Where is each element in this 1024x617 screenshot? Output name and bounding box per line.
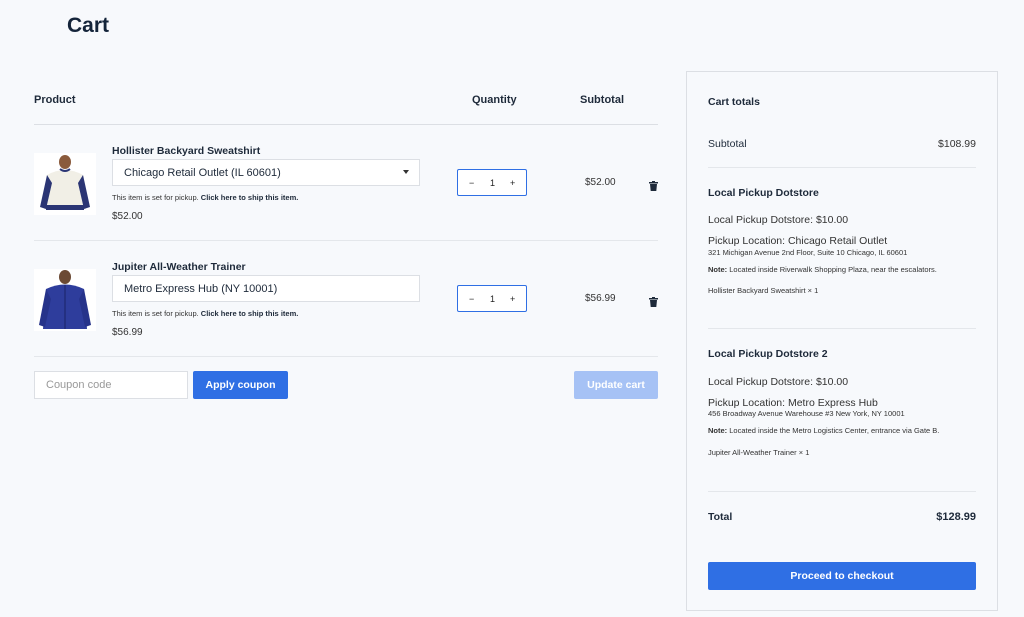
quantity-stepper[interactable]: − 1 +	[457, 285, 527, 312]
pickup-location-value: Chicago Retail Outlet (IL 60601)	[124, 167, 281, 179]
cart-table: Product Quantity Subtotal Hollister Back…	[34, 70, 658, 399]
shipping-title: Local Pickup Dotstore 2	[708, 348, 828, 360]
product-name[interactable]: Jupiter All-Weather Trainer	[112, 261, 246, 273]
pickup-location: Pickup Location: Metro Express Hub	[708, 397, 878, 409]
quantity-increase-button[interactable]: +	[510, 178, 515, 188]
note-label: Note:	[708, 426, 728, 435]
pickup-location: Pickup Location: Chicago Retail Outlet	[708, 235, 888, 247]
pickup-location-field[interactable]: Metro Express Hub (NY 10001)	[112, 275, 420, 302]
ship-item-link[interactable]: Click here to ship this item.	[201, 309, 299, 318]
coupon-row: Apply coupon Update cart	[34, 371, 658, 399]
apply-coupon-button[interactable]: Apply coupon	[193, 371, 288, 399]
note-label: Note:	[708, 265, 728, 274]
divider	[708, 491, 976, 492]
header-product: Product	[34, 94, 76, 106]
pickup-note: This item is set for pickup. Click here …	[112, 309, 298, 318]
row-subtotal: $52.00	[585, 177, 616, 188]
table-row: Hollister Backyard Sweatshirt Chicago Re…	[34, 125, 658, 241]
note-text: Located inside the Metro Logistics Cente…	[729, 426, 940, 435]
jacket-image[interactable]	[34, 269, 96, 331]
shipping-item: Hollister Backyard Sweatshirt × 1	[708, 286, 819, 295]
subtotal-value: $108.99	[938, 138, 976, 150]
chevron-down-icon	[403, 170, 409, 174]
table-row: Jupiter All-Weather Trainer Metro Expres…	[34, 241, 658, 357]
quantity-value[interactable]: 1	[490, 294, 495, 304]
quantity-decrease-button[interactable]: −	[469, 294, 474, 304]
shipping-title: Local Pickup Dotstore	[708, 187, 819, 199]
shipping-method: Local Pickup Dotstore: $10.00	[708, 376, 849, 388]
trash-icon[interactable]	[649, 178, 658, 191]
note-text: Located inside Riverwalk Shopping Plaza,…	[729, 265, 937, 274]
update-cart-button[interactable]: Update cart	[574, 371, 658, 399]
product-price: $52.00	[112, 211, 143, 222]
quantity-value[interactable]: 1	[490, 178, 495, 188]
shipping-item: Jupiter All-Weather Trainer × 1	[708, 448, 810, 457]
sweatshirt-image[interactable]	[34, 153, 96, 215]
page-title: Cart	[67, 14, 110, 37]
trash-icon[interactable]	[649, 294, 658, 307]
pickup-note-detail: Note: Located inside Riverwalk Shopping …	[708, 265, 937, 274]
cart-totals-title: Cart totals	[708, 96, 760, 108]
shipping-method: Local Pickup Dotstore: $10.00	[708, 214, 849, 226]
ship-item-link[interactable]: Click here to ship this item.	[201, 193, 299, 202]
pickup-note: This item is set for pickup. Click here …	[112, 193, 298, 202]
row-subtotal: $56.99	[585, 293, 616, 304]
pickup-location-value: Metro Express Hub (NY 10001)	[124, 283, 278, 295]
total-value: $128.99	[936, 511, 976, 523]
table-header: Product Quantity Subtotal	[34, 70, 658, 125]
pickup-note-detail: Note: Located inside the Metro Logistics…	[708, 426, 939, 435]
quantity-increase-button[interactable]: +	[510, 294, 515, 304]
pickup-note-text: This item is set for pickup.	[112, 309, 199, 318]
divider	[708, 167, 976, 168]
coupon-code-input[interactable]	[34, 371, 188, 399]
header-quantity: Quantity	[472, 94, 517, 106]
cart-totals-panel: Cart totals Subtotal $108.99 Local Picku…	[686, 71, 998, 611]
pickup-address: 456 Broadway Avenue Warehouse #3 New Yor…	[708, 409, 905, 418]
proceed-to-checkout-button[interactable]: Proceed to checkout	[708, 562, 976, 590]
subtotal-label: Subtotal	[708, 138, 747, 150]
header-subtotal: Subtotal	[580, 94, 624, 106]
divider	[708, 328, 976, 329]
quantity-stepper[interactable]: − 1 +	[457, 169, 527, 196]
product-name[interactable]: Hollister Backyard Sweatshirt	[112, 145, 260, 157]
pickup-location-select[interactable]: Chicago Retail Outlet (IL 60601)	[112, 159, 420, 186]
product-price: $56.99	[112, 327, 143, 338]
quantity-decrease-button[interactable]: −	[469, 178, 474, 188]
pickup-note-text: This item is set for pickup.	[112, 193, 199, 202]
total-label: Total	[708, 511, 733, 523]
pickup-address: 321 Michigan Avenue 2nd Floor, Suite 10 …	[708, 248, 908, 257]
